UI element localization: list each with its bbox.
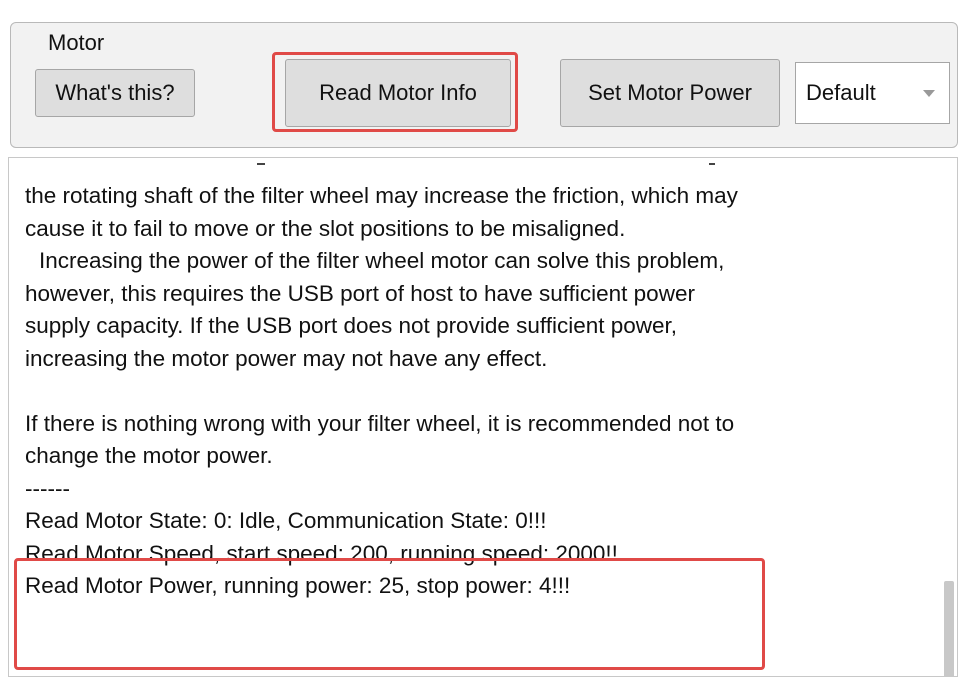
output-line: Increasing the power of the filter wheel…: [39, 248, 725, 273]
output-line: supply capacity. If the USB port does no…: [25, 313, 678, 338]
output-line: increasing the motor power may not have …: [25, 345, 548, 371]
motor-group-title: Motor: [42, 30, 111, 56]
output-line: ------: [25, 475, 70, 501]
set-motor-power-button[interactable]: Set Motor Power: [560, 59, 780, 127]
output-scrollbar-thumb[interactable]: [944, 581, 954, 676]
output-line: cause it to fail to move or the slot pos…: [25, 215, 626, 241]
motor-info-results-highlight: [14, 558, 765, 670]
output-line: Read Motor State: 0: Idle, Communication…: [25, 508, 547, 533]
output-line: change the motor power.: [25, 443, 273, 468]
output-text: the rotating shaft of the filter wheel m…: [25, 180, 940, 603]
read-motor-info-highlight: [272, 52, 518, 132]
output-line: If there is nothing wrong with your filt…: [25, 410, 735, 436]
output-line: however, this requires the USB port of h…: [25, 280, 695, 306]
clipped-text-marks: [257, 163, 715, 165]
output-line: the rotating shaft of the filter wheel m…: [25, 183, 738, 208]
whats-this-button[interactable]: What's this?: [35, 69, 195, 117]
motor-power-select[interactable]: Default: [795, 62, 950, 124]
motor-power-select-value: Default: [806, 80, 876, 105]
chevron-down-icon[interactable]: [923, 90, 935, 97]
